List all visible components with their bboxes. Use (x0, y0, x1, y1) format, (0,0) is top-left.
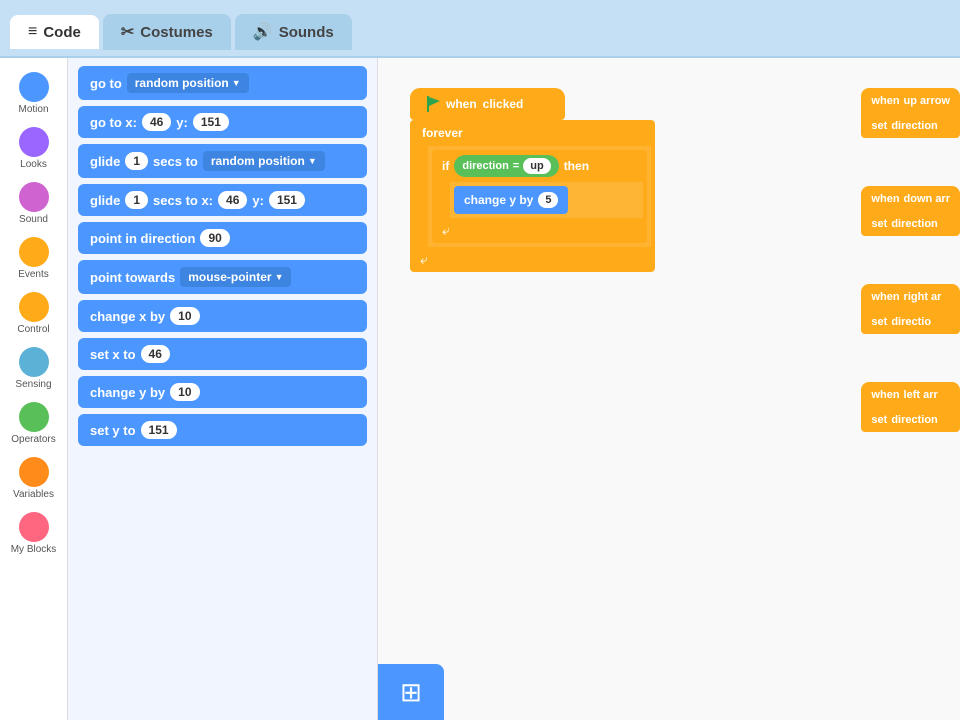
change-y-value: 10 (170, 383, 199, 401)
when-right-hat[interactable]: when right ar (861, 284, 960, 310)
code-icon: ≡ (28, 23, 37, 41)
control-dot (19, 292, 49, 322)
forever-inner: if direction = up then (428, 146, 651, 247)
x-value: 46 (142, 113, 171, 131)
block-goto-random[interactable]: go to random position (78, 66, 367, 100)
set-direction-up[interactable]: set direction (861, 114, 960, 138)
workspace: when clicked forever if direction (378, 58, 960, 720)
set-x-value: 46 (141, 345, 170, 363)
sounds-icon: 🔊 (253, 22, 273, 42)
towards-dropdown[interactable]: mouse-pointer (180, 267, 291, 287)
operators-dot (19, 402, 49, 432)
category-operators[interactable]: Operators (0, 398, 67, 449)
block-change-y[interactable]: change y by 10 (78, 376, 367, 408)
block-goto-xy[interactable]: go to x: 46 y: 151 (78, 106, 367, 138)
block-point-towards[interactable]: point towards mouse-pointer (78, 260, 367, 294)
variables-dot (19, 457, 49, 487)
categories-sidebar: Motion Looks Sound Events Control Sensin… (0, 58, 68, 720)
block-glide-random[interactable]: glide 1 secs to random position (78, 144, 367, 178)
if-inner: change y by 5 (450, 182, 643, 218)
tab-code[interactable]: ≡ Code (10, 15, 99, 49)
y-value: 151 (193, 113, 229, 131)
add-extension-icon: ⊞ (400, 679, 422, 705)
script-left-arrow: when left arr set direction (861, 382, 960, 432)
tab-sounds[interactable]: 🔊 Sounds (235, 14, 352, 50)
glide-secs-2: 1 (125, 191, 148, 209)
glide-x-value: 46 (218, 191, 247, 209)
tab-bar: ≡ Code ✂ Costumes 🔊 Sounds (0, 0, 960, 58)
looks-dot (19, 127, 49, 157)
block-point-direction[interactable]: point in direction 90 (78, 222, 367, 254)
right-scripts: when up arrow set direction when down ar… (861, 88, 960, 432)
sensing-dot (19, 347, 49, 377)
motion-dot (19, 72, 49, 102)
block-set-x[interactable]: set x to 46 (78, 338, 367, 370)
category-sound[interactable]: Sound (0, 178, 67, 229)
set-direction-right[interactable]: set directio (861, 310, 960, 334)
block-change-x[interactable]: change x by 10 (78, 300, 367, 332)
category-motion[interactable]: Motion (0, 68, 67, 119)
category-events[interactable]: Events (0, 233, 67, 284)
tab-costumes[interactable]: ✂ Costumes (103, 14, 231, 50)
glide-y-value: 151 (269, 191, 305, 209)
blocks-panel: go to random position go to x: 46 y: 151… (68, 58, 378, 720)
costumes-icon: ✂ (121, 22, 134, 42)
events-dot (19, 237, 49, 267)
category-looks[interactable]: Looks (0, 123, 67, 174)
random-position-dropdown[interactable]: random position (127, 73, 249, 93)
script-right-arrow: when right ar set directio (861, 284, 960, 334)
when-left-hat[interactable]: when left arr (861, 382, 960, 408)
myblocks-dot (19, 512, 49, 542)
category-variables[interactable]: Variables (0, 453, 67, 504)
script-up-arrow: when up arrow set direction (861, 88, 960, 138)
block-glide-xy[interactable]: glide 1 secs to x: 46 y: 151 (78, 184, 367, 216)
set-direction-left[interactable]: set direction (861, 408, 960, 432)
up-value: up (523, 158, 550, 174)
when-clicked-block[interactable]: when clicked (410, 88, 565, 120)
when-down-hat[interactable]: when down arr (861, 186, 960, 212)
set-direction-down[interactable]: set direction (861, 212, 960, 236)
main-layout: Motion Looks Sound Events Control Sensin… (0, 58, 960, 720)
glide-secs-1: 1 (125, 152, 148, 170)
main-script: when clicked forever if direction (410, 88, 655, 272)
category-control[interactable]: Control (0, 288, 67, 339)
forever-block[interactable]: forever if direction = up (410, 120, 655, 272)
glide-random-dropdown[interactable]: random position (203, 151, 325, 171)
script-down-arrow: when down arr set direction (861, 186, 960, 236)
change-x-value: 10 (170, 307, 199, 325)
condition-oval: direction = up (454, 155, 558, 177)
flag-icon (426, 96, 440, 112)
category-myblocks[interactable]: My Blocks (0, 508, 67, 559)
when-up-hat[interactable]: when up arrow (861, 88, 960, 114)
direction-value: 90 (200, 229, 229, 247)
change-y-block[interactable]: change y by 5 (454, 186, 568, 214)
if-block[interactable]: if direction = up then (432, 150, 647, 243)
category-sensing[interactable]: Sensing (0, 343, 67, 394)
sound-dot (19, 182, 49, 212)
block-set-y[interactable]: set y to 151 (78, 414, 367, 446)
set-y-value: 151 (141, 421, 177, 439)
y-by-value: 5 (538, 192, 558, 208)
add-extension-button[interactable]: ⊞ (378, 664, 444, 720)
